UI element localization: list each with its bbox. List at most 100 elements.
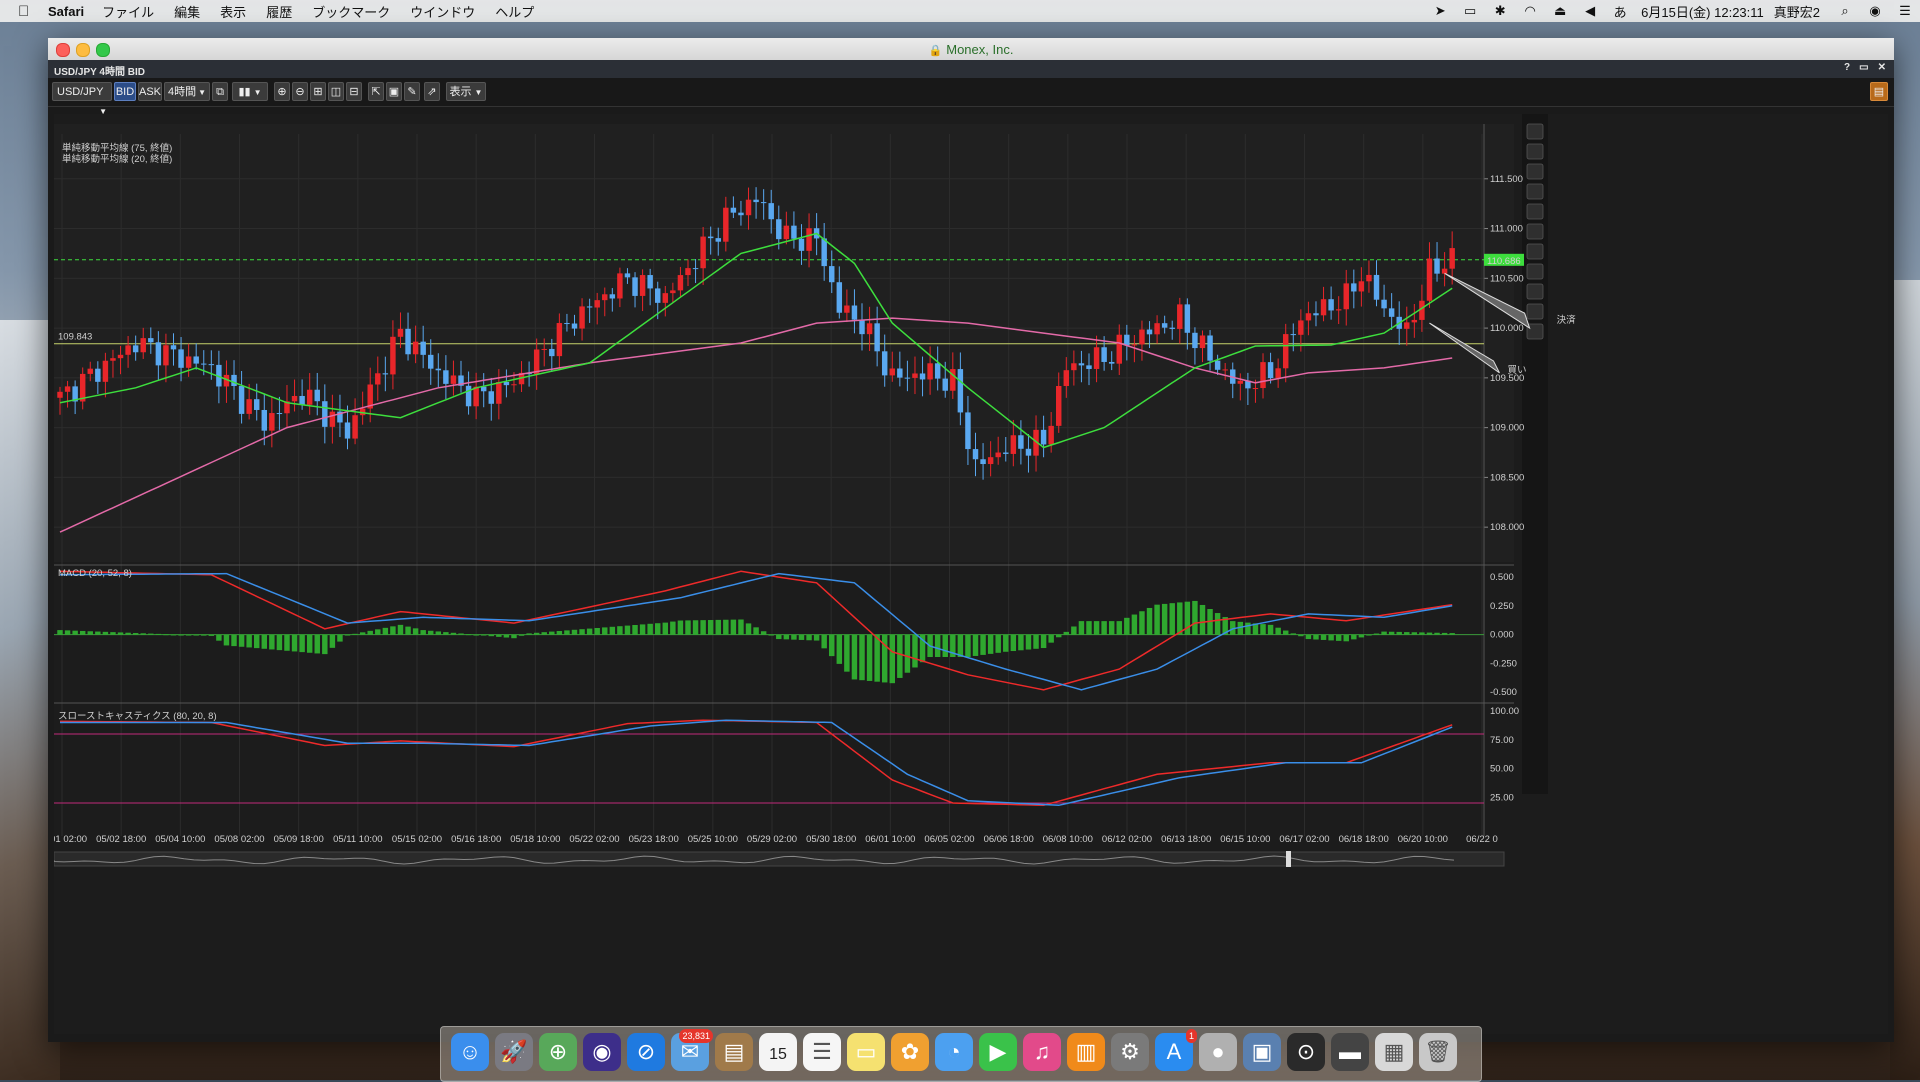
dock-siri-icon[interactable]: ◉ [583,1033,621,1071]
macd-histogram-bar [253,634,260,649]
wifi-icon[interactable]: ◠ [1520,3,1540,19]
macd-histogram-bar [223,634,230,646]
dock-calendar-icon[interactable]: 15 [759,1033,797,1071]
candle-body [1252,388,1259,390]
candle-body [1207,335,1213,361]
dock-finder-icon[interactable]: ☺ [451,1033,489,1071]
dock-app-store-icon[interactable]: A1 [1155,1029,1197,1071]
menu-history[interactable]: 履歴 [266,2,292,21]
candle-body [450,375,457,384]
chart-svg[interactable]: 05/01 02:00 05/02 18:00 05/04 10:00 05/08 0… [54,114,1888,1034]
drawing-tool-icon[interactable] [1526,143,1544,160]
drawing-tool-icon[interactable] [1526,303,1544,320]
dock-mouse-utility-icon[interactable]: ● [1199,1033,1237,1071]
candle-body [375,373,381,385]
siri-icon[interactable]: ◉ [1865,3,1885,19]
dock-monex-trader-icon[interactable]: ⊙ [1287,1033,1325,1071]
export-icon[interactable]: ⇱ [368,82,384,101]
drawing-tool-icon[interactable] [1526,203,1544,220]
ask-button[interactable]: ASK [138,82,162,101]
input-mode-icon[interactable]: あ [1610,2,1630,21]
macd-histogram-bar [1275,627,1281,635]
template-icon[interactable]: ▣ [386,82,402,101]
dock-safari-icon[interactable]: ⊘ [627,1033,665,1071]
window-titlebar[interactable]: 🔒 Monex, Inc. [48,38,1894,61]
dock-facetime-icon[interactable]: ▶ [979,1033,1017,1071]
grid-icon[interactable]: ⊞ [310,82,326,101]
dock-reminders-icon[interactable]: ☰ [803,1033,841,1071]
spotlight-icon[interactable]: ⌕ [1835,3,1855,19]
chart-type-select[interactable]: ▮▮ ▼ [232,82,268,101]
drawing-tool-icon[interactable] [1526,123,1544,140]
dock-screenshot-icon[interactable]: ▦ [1375,1033,1413,1071]
dock-messages-icon[interactable]: ◔ [935,1033,973,1071]
split-horizontal-icon[interactable]: ⊟ [346,82,362,101]
settings-orange-icon[interactable]: ▤ [1870,82,1888,101]
popout-icon[interactable]: ⇗ [424,82,440,101]
candle-body [397,328,404,337]
macd-histogram-bar [79,630,86,635]
menu-help[interactable]: ヘルプ [495,2,534,21]
dock-launchpad-icon[interactable]: 🚀 [495,1033,533,1071]
dock-icon-glyph: ▶ [989,1039,1007,1064]
candle-body [972,449,979,460]
apple-icon[interactable]:  [18,3,40,20]
menu-view[interactable]: 表示 [220,2,246,21]
dock-maps-icon[interactable]: ⊕ [539,1033,577,1071]
draw-icon[interactable]: ✎ [404,82,420,101]
drawing-tool-icon[interactable] [1526,223,1544,240]
menu-bookmarks[interactable]: ブックマーク [312,2,390,21]
macd-histogram-bar [329,634,336,648]
dock-mail-icon[interactable]: ✉ 23,831 [671,1029,713,1071]
macd-histogram-bar [306,634,313,653]
dock-preview-icon[interactable]: ▣ [1243,1033,1281,1071]
menu-edit[interactable]: 編集 [174,2,200,21]
candle-body [1275,368,1281,379]
location-icon[interactable]: ➤ [1430,3,1450,19]
bluetooth-icon[interactable]: ✱ [1490,3,1510,19]
split-vertical-icon[interactable]: ◫ [328,82,344,101]
candle-body [170,345,177,350]
chart-area[interactable]: 05/01 02:00 05/02 18:00 05/04 10:00 05/08 0… [54,114,1888,1034]
drawing-tool-icon[interactable] [1526,283,1544,300]
timeframe-select[interactable]: 4時間 ▼ [164,82,210,101]
dock-contacts-icon[interactable]: ▤ [715,1033,753,1071]
dock-trash-icon[interactable]: 🗑 [1419,1033,1457,1071]
candle-body [1003,452,1009,454]
menubar-user[interactable]: 真野宏2 [1774,2,1820,21]
dock-scanner-icon[interactable]: ▬ [1331,1033,1369,1071]
app-menu-safari[interactable]: Safari [48,4,84,19]
eject-icon[interactable]: ⏏ [1550,3,1570,19]
candle-body [1222,369,1228,371]
zoom-out-icon[interactable]: ⊖ [292,82,308,101]
bid-button[interactable]: BID [114,82,136,101]
zoom-in-icon[interactable]: ⊕ [274,82,290,101]
dock-photos-icon[interactable]: ✿ [891,1033,929,1071]
drawing-tool-icon[interactable] [1526,243,1544,260]
site-title: 🔒 Monex, Inc. [48,42,1894,57]
dock-system-preferences-icon[interactable]: ⚙ [1111,1033,1149,1071]
symbol-select[interactable]: USD/JPY ▼ [52,82,112,116]
symbol-select-value: USD/JPY [57,86,104,98]
menu-window[interactable]: ウインドウ [410,2,475,21]
restore-button[interactable]: ▭ [1859,62,1868,73]
drawing-tool-icon[interactable] [1526,263,1544,280]
dock-itunes-icon[interactable]: ♫ [1023,1033,1061,1071]
close-chart-button[interactable]: ✕ [1878,62,1886,73]
drawing-tool-icon[interactable] [1526,183,1544,200]
notification-center-icon[interactable]: ☰ [1895,3,1915,19]
menu-file[interactable]: ファイル [102,2,154,21]
drawing-tool-icon[interactable] [1526,163,1544,180]
airplay-icon[interactable]: ▭ [1460,3,1480,19]
candle-body [1169,327,1175,329]
menubar-clock[interactable]: 6月15日(金) 12:23:11 [1641,2,1764,21]
dock-ibooks-icon[interactable]: ▥ [1067,1033,1105,1071]
volume-icon[interactable]: ◀ [1580,3,1600,19]
help-button[interactable]: ? [1844,62,1850,73]
candle-body [1078,363,1085,366]
candle-body [1093,347,1100,369]
time-navigator-handle[interactable] [1286,851,1291,867]
compare-icon[interactable]: ⧉ [212,82,228,101]
view-menu-button[interactable]: 表示 ▼ [446,82,486,101]
dock-notes-icon[interactable]: ▭ [847,1033,885,1071]
